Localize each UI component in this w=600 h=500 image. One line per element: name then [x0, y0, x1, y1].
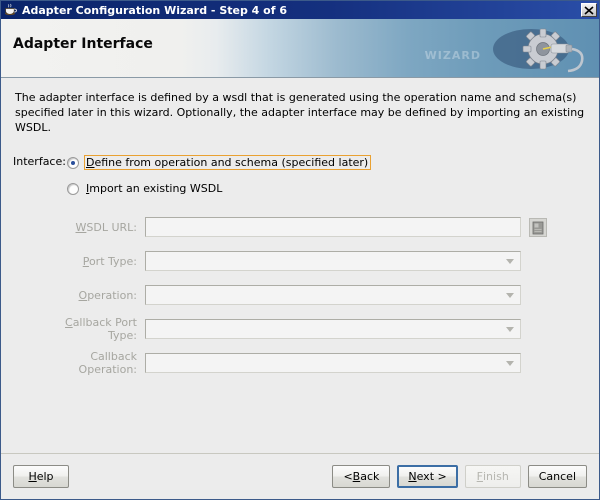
header-banner: Adapter Interface WIZARD [1, 19, 599, 78]
interface-field-row: Interface: Define from operation and sch… [13, 154, 587, 197]
callback-port-type-select[interactable] [145, 319, 521, 339]
callback-operation-label: Callback Operation: [33, 350, 145, 376]
port-type-label: Port Type: [33, 255, 145, 268]
label-rest: peration: [87, 288, 137, 302]
title-bar: Adapter Configuration Wizard - Step 4 of… [1, 1, 599, 19]
button-label-prefix: < [343, 470, 353, 483]
radio-label-rest: efine from operation and schema (specifi… [94, 156, 369, 169]
button-label-rest: elp [36, 470, 54, 483]
radio-option-import-existing-wsdl[interactable]: Import an existing WSDL [67, 180, 587, 197]
close-button[interactable] [581, 3, 597, 17]
interface-label: Interface: [13, 155, 66, 168]
wizard-nav-buttons: < Back Next > Finish Cancel [332, 465, 587, 488]
wsdl-url-input[interactable] [145, 217, 521, 237]
label-rest: ort Type: [88, 254, 137, 268]
operation-select[interactable] [145, 285, 521, 305]
dialog-footer: Help < Back Next > Finish Cancel [1, 453, 599, 499]
next-button[interactable]: Next > [397, 465, 458, 488]
mnemonic-letter: W [75, 220, 87, 234]
window-title: Adapter Configuration Wizard - Step 4 of… [22, 3, 287, 17]
radio-button-import-existing-wsdl[interactable] [67, 182, 79, 195]
wsdl-url-label: WSDL URL: [33, 221, 145, 234]
label-rest: Callback Operation: [78, 350, 137, 376]
mnemonic-letter: B [352, 470, 361, 483]
chevron-down-icon [506, 326, 514, 332]
back-button[interactable]: < Back [332, 465, 391, 488]
operation-label: Operation: [33, 289, 145, 302]
help-button[interactable]: Help [13, 465, 69, 488]
finish-button: Finish [464, 465, 521, 488]
chevron-down-icon [506, 292, 514, 298]
chevron-down-icon [506, 258, 514, 264]
button-label-rest: ack [360, 470, 380, 483]
java-coffee-cup-icon [4, 3, 18, 17]
label-rest: allback Port Type: [72, 316, 137, 342]
radio-option-define-from-operation[interactable]: Define from operation and schema (specif… [67, 154, 587, 171]
radio-label-rest: mport an existing WSDL [89, 182, 223, 195]
form-row-wsdl-url: WSDL URL: [33, 217, 587, 237]
radio-label-define-from-operation: Define from operation and schema (specif… [84, 155, 372, 170]
description-text: The adapter interface is defined by a ws… [15, 91, 585, 134]
wsdl-url-browse-button[interactable] [529, 217, 547, 237]
chevron-down-icon [506, 360, 514, 366]
browse-folder-icon [532, 221, 544, 234]
mnemonic-letter: N [408, 470, 417, 483]
mnemonic-letter: C [65, 316, 73, 329]
close-icon [584, 6, 594, 15]
wsdl-form: WSDL URL: Port Type: Operation: Callback… [33, 217, 587, 376]
form-row-port-type: Port Type: [33, 251, 587, 271]
gear-wrench-icon [469, 19, 599, 77]
port-type-select[interactable] [145, 251, 521, 271]
radio-label-import-existing-wsdl: Import an existing WSDL [84, 181, 225, 196]
cancel-button[interactable]: Cancel [527, 465, 587, 488]
interface-radio-group: Define from operation and schema (specif… [67, 154, 587, 197]
form-row-callback-operation: Callback Operation: [33, 350, 587, 376]
dialog-body: The adapter interface is defined by a ws… [1, 78, 599, 453]
button-label-rest: ext > [416, 470, 447, 483]
label-rest: SDL URL: [86, 220, 137, 234]
callback-operation-select[interactable] [145, 353, 521, 373]
button-label-rest: inish [483, 470, 509, 483]
title-bar-buttons [581, 3, 597, 17]
form-row-operation: Operation: [33, 285, 587, 305]
page-title: Adapter Interface [13, 36, 153, 52]
callback-port-type-label: Callback Port Type: [33, 316, 145, 342]
form-row-callback-port-type: Callback Port Type: [33, 316, 587, 342]
mnemonic-letter: O [78, 288, 88, 302]
mnemonic-letter: H [28, 470, 37, 483]
button-label-rest: Cancel [538, 470, 576, 483]
wizard-window: Adapter Configuration Wizard - Step 4 of… [0, 0, 600, 500]
radio-button-define-from-operation[interactable] [67, 156, 79, 169]
